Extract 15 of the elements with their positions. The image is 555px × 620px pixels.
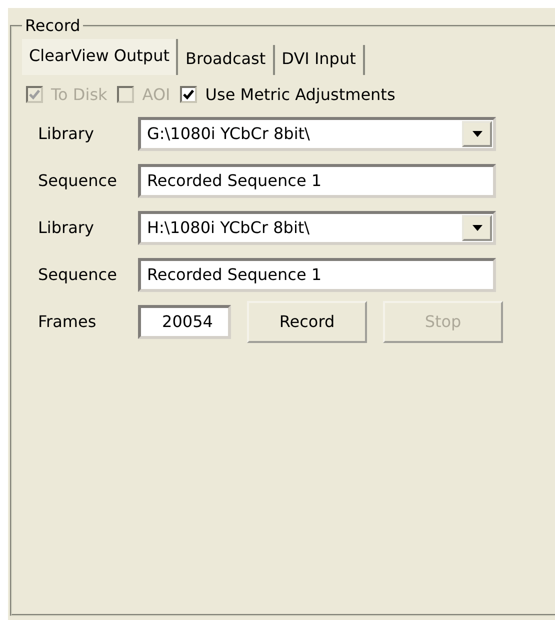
frames-input-field[interactable]: 20054: [138, 304, 231, 338]
library-dropdown[interactable]: G:\1080i YCbCr 8bit\: [138, 116, 496, 150]
field-label: Frames: [37, 312, 98, 331]
field-label: Sequence: [37, 171, 118, 190]
checkbox[interactable]: [180, 86, 198, 103]
sequence-input-field[interactable]: Recorded Sequence 1: [138, 258, 496, 292]
field-label: Library: [37, 124, 95, 143]
field-label: Library: [37, 218, 95, 237]
action-button[interactable]: Record: [247, 300, 367, 342]
group-title: Record: [24, 16, 82, 35]
checkbox-option[interactable]: Use Metric Adjustments: [180, 85, 396, 104]
tab[interactable]: ClearView Output: [22, 39, 178, 75]
library-dropdown[interactable]: H:\1080i YCbCr 8bit\: [138, 210, 496, 244]
sequence-input-field[interactable]: Recorded Sequence 1: [138, 164, 496, 198]
field-label: Sequence: [37, 265, 118, 284]
